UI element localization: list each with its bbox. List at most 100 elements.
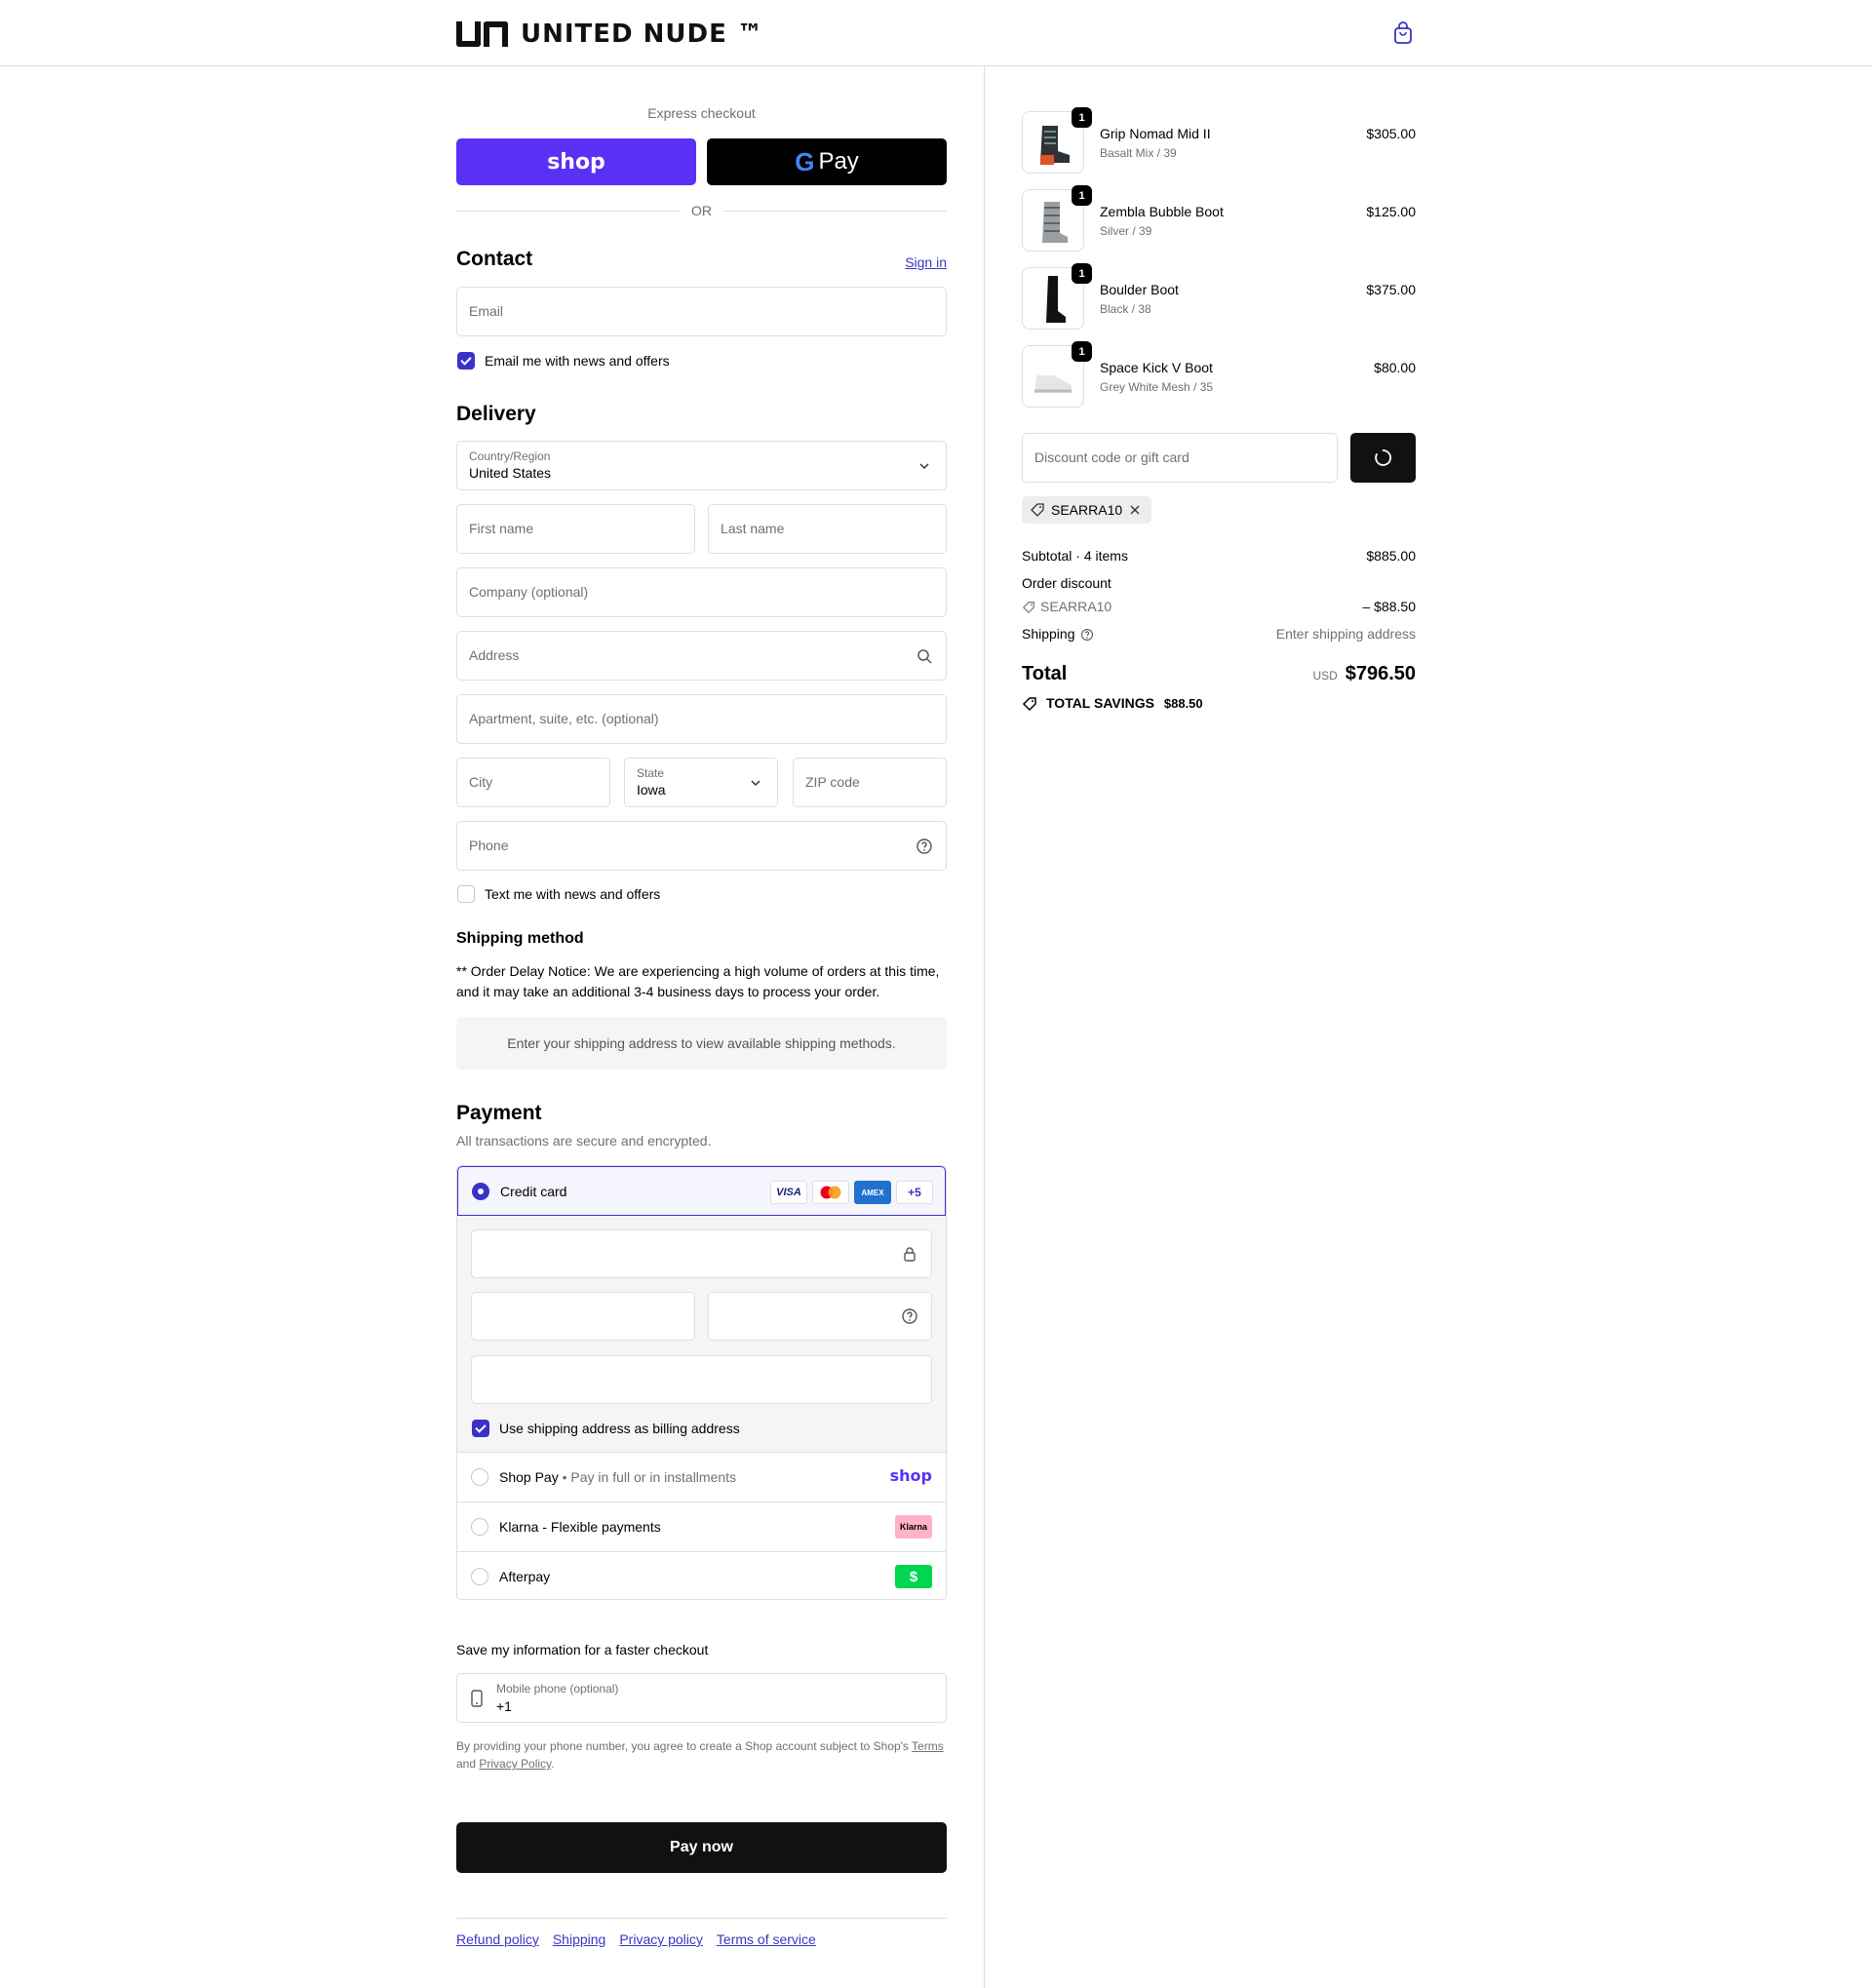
subtotal-row: Subtotal · 4 items $885.00 (1022, 548, 1416, 564)
credit-card-option[interactable]: Credit card VISA AMEX +5 (457, 1166, 946, 1216)
text-offers-checkbox[interactable] (457, 885, 475, 903)
subtotal-value: $885.00 (1366, 548, 1416, 564)
shopping-bag-icon[interactable] (1393, 21, 1413, 45)
discount-code-field[interactable]: Discount code or gift card (1022, 433, 1338, 483)
company-field[interactable]: Company (optional) (456, 567, 947, 617)
last-name-field[interactable]: Last name (708, 504, 947, 554)
help-circle-icon[interactable] (1080, 628, 1094, 642)
notice-line-2: and it may take an additional 3-4 busine… (456, 984, 880, 999)
visa-icon: VISA (770, 1181, 807, 1204)
shop-pay-label: Shop Pay • Pay in full or in installment… (499, 1469, 737, 1485)
google-g-icon: G (795, 146, 815, 176)
shipping-method-heading: Shipping method (456, 930, 584, 947)
address-field[interactable]: Address (456, 631, 947, 681)
state-select[interactable]: State Iowa (624, 758, 778, 807)
help-circle-icon[interactable] (901, 1307, 918, 1325)
privacy-policy-footer-link[interactable]: Privacy policy (619, 1931, 703, 1947)
shipping-policy-link[interactable]: Shipping (553, 1931, 606, 1947)
apartment-field[interactable]: Apartment, suite, etc. (optional) (456, 694, 947, 744)
tag-icon (1022, 697, 1036, 712)
refund-policy-link[interactable]: Refund policy (456, 1931, 539, 1947)
brand-logo[interactable]: UNITED NUDE ™ (456, 19, 763, 49)
last-name-placeholder: Last name (721, 521, 785, 536)
credit-card-radio[interactable] (472, 1183, 489, 1200)
item-variant: Basalt Mix / 39 (1100, 146, 1177, 160)
email-offers-checkbox[interactable] (457, 352, 475, 370)
item-name: Space Kick V Boot (1100, 360, 1213, 375)
name-on-card-field[interactable] (471, 1355, 932, 1404)
klarna-radio[interactable] (471, 1518, 488, 1536)
klarna-option[interactable]: Klarna - Flexible payments Klarna (457, 1501, 946, 1551)
product-thumbnail: 1 (1022, 107, 1092, 174)
mastercard-icon (812, 1181, 849, 1204)
total-savings-row: TOTAL SAVINGS $88.50 (1022, 695, 1416, 712)
quantity-badge: 1 (1072, 185, 1092, 206)
discount-code-label: SEARRA10 (1040, 599, 1112, 614)
google-pay-label: Pay (818, 148, 859, 175)
footer-links: Refund policy Shipping Privacy policy Te… (456, 1931, 816, 1947)
column-divider (984, 66, 985, 1988)
phone-field[interactable]: Phone (456, 821, 947, 871)
spinner-icon (1375, 449, 1391, 466)
shipping-label: Shipping (1022, 626, 1075, 642)
email-placeholder: Email (469, 303, 504, 319)
apartment-placeholder: Apartment, suite, etc. (optional) (469, 711, 659, 726)
afterpay-radio[interactable] (471, 1568, 488, 1585)
city-placeholder: City (469, 774, 493, 790)
applied-discount-chip: SEARRA10 (1022, 496, 1152, 524)
chevron-down-icon (751, 780, 760, 787)
shop-pay-button[interactable]: shop (456, 138, 696, 185)
order-discount-row: Order discount (1022, 575, 1416, 591)
shop-pay-radio[interactable] (471, 1468, 488, 1486)
city-field[interactable]: City (456, 758, 610, 807)
terms-link[interactable]: Terms (912, 1739, 944, 1753)
phone-placeholder: Phone (469, 838, 509, 853)
mobile-phone-field[interactable]: Mobile phone (optional) +1 (456, 1673, 947, 1723)
logo-mark-icon (456, 21, 508, 47)
shop-pay-logo: shop (889, 1466, 932, 1485)
card-number-field[interactable] (471, 1229, 932, 1278)
shop-pay-logo: shop (547, 149, 605, 175)
product-thumbnail: 1 (1022, 263, 1092, 330)
expiration-date-field[interactable] (471, 1292, 695, 1341)
country-label: Country/Region (469, 449, 551, 463)
zip-field[interactable]: ZIP code (793, 758, 947, 807)
pay-now-button[interactable]: Pay now (456, 1822, 947, 1873)
afterpay-option[interactable]: Afterpay $ (457, 1551, 946, 1599)
or-label: OR (691, 203, 712, 218)
total-savings-label: TOTAL SAVINGS (1046, 695, 1154, 711)
total-amount: USD $796.50 (1312, 663, 1416, 685)
help-circle-icon[interactable] (916, 838, 933, 855)
close-icon[interactable] (1128, 503, 1142, 517)
security-code-field[interactable] (708, 1292, 932, 1341)
email-field[interactable]: Email (456, 287, 947, 336)
chevron-down-icon (919, 463, 929, 470)
apply-discount-button[interactable] (1350, 433, 1416, 483)
billing-same-checkbox[interactable] (472, 1420, 489, 1437)
privacy-policy-link[interactable]: Privacy Policy (479, 1757, 551, 1771)
first-name-field[interactable]: First name (456, 504, 695, 554)
country-select[interactable]: Country/Region United States (456, 441, 947, 490)
klarna-label: Klarna - Flexible payments (499, 1519, 661, 1535)
sign-in-link[interactable]: Sign in (905, 254, 947, 270)
footer-divider (456, 1918, 947, 1919)
total-label: Total (1022, 663, 1068, 684)
contact-heading: Contact (456, 248, 533, 270)
discount-value: – $88.50 (1362, 599, 1417, 614)
billing-same-label: Use shipping address as billing address (499, 1421, 740, 1436)
order-delay-notice: ** Order Delay Notice: We are experienci… (456, 961, 947, 1002)
tag-icon (1031, 503, 1044, 517)
tag-icon (1022, 602, 1034, 614)
total-value: $796.50 (1345, 663, 1416, 684)
google-pay-button[interactable]: G Pay (707, 138, 947, 185)
mobile-phone-label: Mobile phone (optional) (496, 1682, 619, 1696)
shop-pay-option[interactable]: Shop Pay • Pay in full or in installment… (457, 1452, 946, 1501)
currency-code: USD (1312, 669, 1338, 682)
terms-of-service-link[interactable]: Terms of service (717, 1931, 816, 1947)
quantity-badge: 1 (1072, 107, 1092, 128)
order-discount-label: Order discount (1022, 575, 1112, 591)
shipping-row: Shipping Enter shipping address (1022, 626, 1416, 642)
delivery-heading: Delivery (456, 403, 536, 425)
item-price: $80.00 (1374, 360, 1416, 375)
item-name: Zembla Bubble Boot (1100, 204, 1224, 219)
